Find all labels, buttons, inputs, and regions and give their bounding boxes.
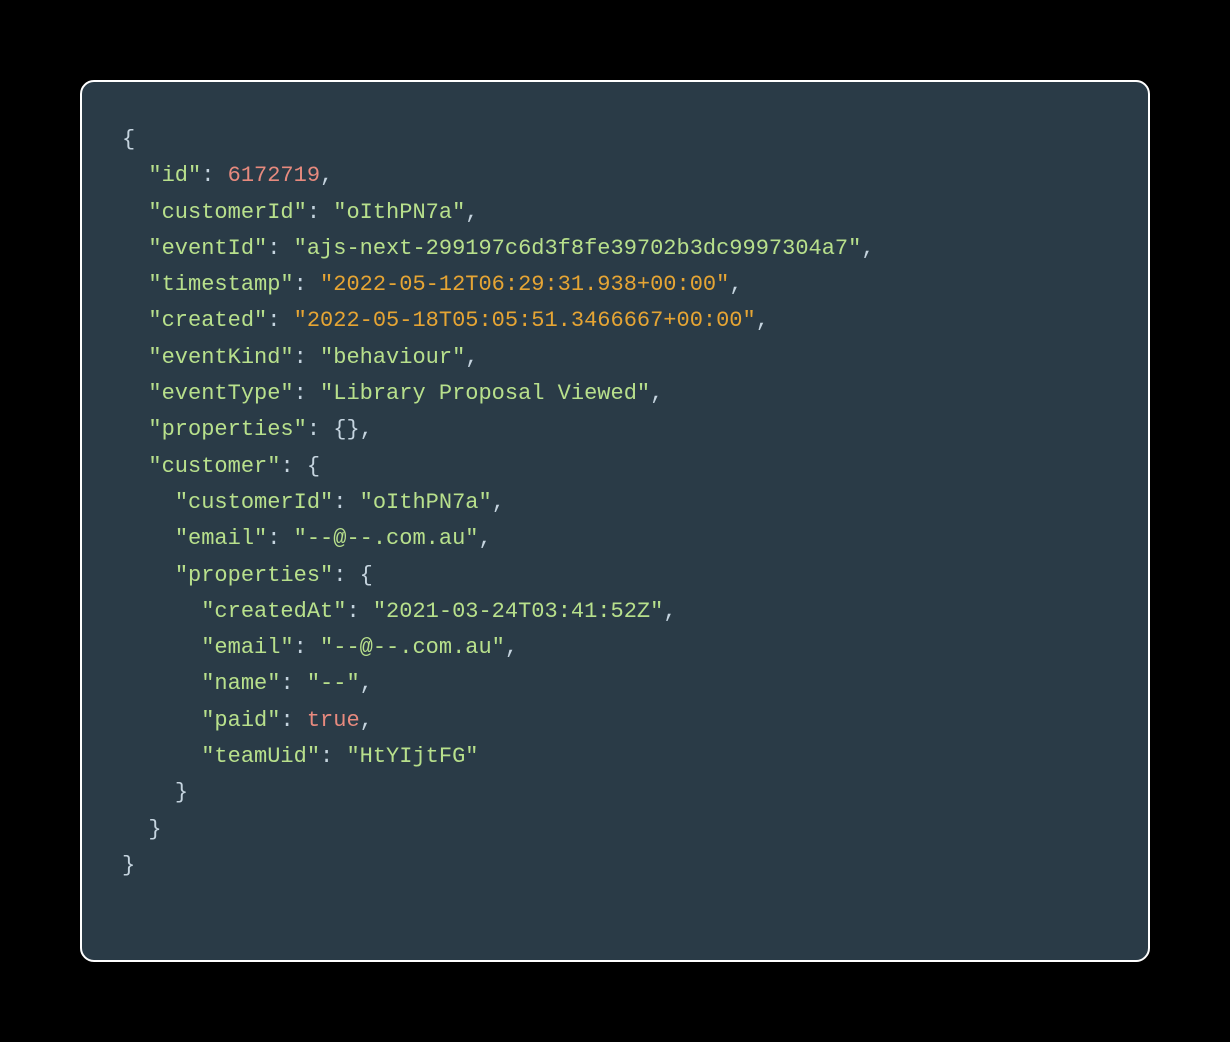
key-customer: "customer" [148,454,280,479]
value-timestamp: "2022-05-12T06:29:31.938+00:00" [320,272,729,297]
value-id: 6172719 [228,163,320,188]
value-prop-paid: true [307,708,360,733]
value-eventId: "ajs-next-299197c6d3f8fe39702b3dc9997304… [294,236,862,261]
value-prop-createdAt: "2021-03-24T03:41:52Z" [373,599,663,624]
value-properties-empty: {} [333,417,359,442]
key-eventKind: "eventKind" [148,345,293,370]
brace-close: } [122,853,135,878]
value-prop-email: "--@--.com.au" [320,635,505,660]
value-prop-teamUid: "HtYIjtFG" [346,744,478,769]
brace-close: } [175,780,188,805]
json-code-block: { "id": 6172719, "customerId": "oIthPN7a… [122,122,1108,884]
value-eventKind: "behaviour" [320,345,465,370]
key-prop-paid: "paid" [201,708,280,733]
key-prop-createdAt: "createdAt" [201,599,346,624]
brace-open: { [122,127,135,152]
value-created: "2022-05-18T05:05:51.3466667+00:00" [294,308,756,333]
key-prop-teamUid: "teamUid" [201,744,320,769]
brace-close: } [148,817,161,842]
json-code-panel: { "id": 6172719, "customerId": "oIthPN7a… [80,80,1150,962]
key-cust-customerId: "customerId" [175,490,333,515]
key-properties: "properties" [148,417,306,442]
key-id: "id" [148,163,201,188]
key-prop-name: "name" [201,671,280,696]
key-eventId: "eventId" [148,236,267,261]
key-cust-properties: "properties" [175,563,333,588]
value-customerId: "oIthPN7a" [333,200,465,225]
value-prop-name: "--" [307,671,360,696]
key-created: "created" [148,308,267,333]
value-cust-email: "--@--.com.au" [294,526,479,551]
key-timestamp: "timestamp" [148,272,293,297]
key-customerId: "customerId" [148,200,306,225]
key-prop-email: "email" [201,635,293,660]
key-eventType: "eventType" [148,381,293,406]
value-eventType: "Library Proposal Viewed" [320,381,650,406]
value-cust-customerId: "oIthPN7a" [360,490,492,515]
key-cust-email: "email" [175,526,267,551]
